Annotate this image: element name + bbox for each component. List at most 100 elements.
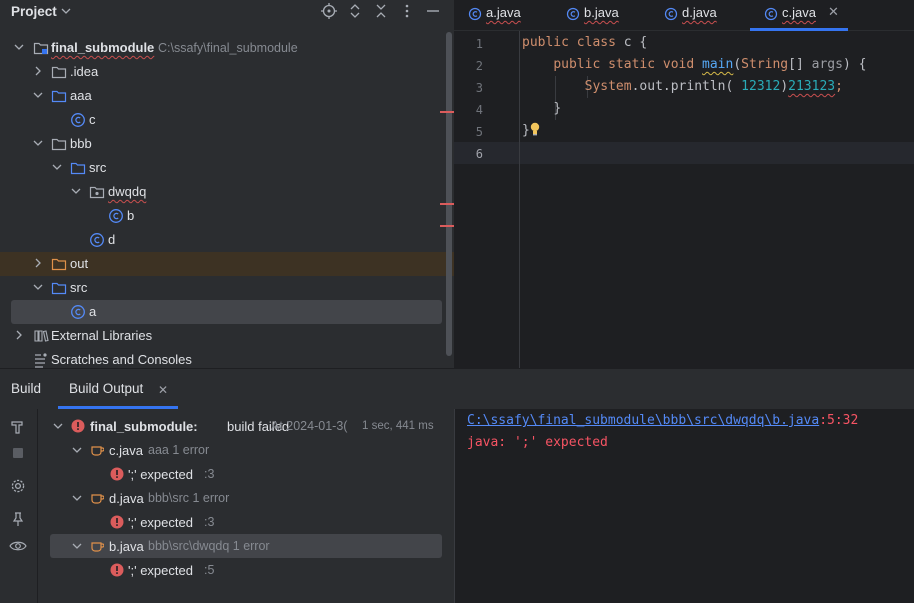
error-stripe-marker[interactable]	[440, 111, 454, 113]
tab-build-output[interactable]: Build Output	[69, 381, 143, 396]
tree-node-bbb[interactable]: bbb	[0, 132, 446, 156]
eye-icon[interactable]	[9, 538, 27, 556]
build-file-node[interactable]: b.java bbb\src\dwqdq 1 error	[50, 534, 442, 558]
tree-node-class-a[interactable]: a	[11, 300, 442, 324]
error-icon	[110, 467, 124, 481]
current-line-highlight	[454, 142, 914, 164]
tab-a-java[interactable]: a.java	[454, 0, 550, 31]
project-scrollbar[interactable]	[446, 32, 452, 356]
build-side-toolbar	[0, 409, 38, 603]
code-line-1[interactable]: public class c {	[522, 32, 647, 54]
tree-node-external-libraries[interactable]: External Libraries	[0, 324, 446, 348]
error-icon	[110, 515, 124, 529]
chevron-down-icon[interactable]	[71, 444, 83, 456]
file-name: c.java	[109, 443, 143, 458]
chevron-down-icon[interactable]	[70, 185, 82, 197]
file-hint: bbb\src\dwqdq 1 error	[148, 539, 270, 553]
tree-node-class-c[interactable]: c	[0, 108, 446, 132]
tab-label: b.java	[584, 5, 619, 20]
minimize-icon[interactable]	[424, 3, 442, 21]
chevron-down-icon[interactable]	[32, 281, 44, 293]
tree-label: final_submodule	[51, 40, 155, 55]
project-title[interactable]: Project	[11, 4, 57, 19]
tab-c-java[interactable]: c.java ✕	[750, 0, 848, 31]
chevron-down-icon[interactable]	[13, 41, 25, 53]
tab-b-java[interactable]: b.java	[552, 0, 650, 31]
error-line: :3	[204, 515, 215, 529]
tree-label: d	[108, 232, 116, 247]
chevron-right-icon[interactable]	[32, 257, 44, 269]
library-icon	[33, 328, 49, 344]
chevron-down-icon[interactable]	[32, 89, 44, 101]
close-icon[interactable]: ✕	[828, 4, 839, 20]
build-file-node[interactable]: c.java aaa 1 error	[50, 438, 442, 462]
chevron-down-icon[interactable]	[52, 420, 64, 432]
line-number: 4	[475, 103, 483, 117]
build-root-node[interactable]: final_submodule: build failed At 2024-01…	[50, 414, 442, 438]
more-options-icon[interactable]	[398, 3, 416, 21]
build-error-node[interactable]: ';' expected :3	[50, 510, 442, 534]
tab-d-java[interactable]: d.java	[650, 0, 748, 31]
chevron-down-icon[interactable]	[32, 137, 44, 149]
chevron-down-icon[interactable]	[71, 540, 83, 552]
tree-node-class-d[interactable]: d	[0, 228, 446, 252]
chevron-down-icon[interactable]	[71, 492, 83, 504]
line-number: 3	[475, 81, 483, 95]
build-results-tree: final_submodule: build failed At 2024-01…	[38, 409, 454, 603]
error-stripe-marker[interactable]	[440, 203, 454, 205]
expand-all-icon[interactable]	[346, 3, 364, 21]
error-stripe-marker[interactable]	[440, 225, 454, 227]
tab-label: c.java	[782, 5, 816, 20]
tab-build[interactable]: Build	[11, 381, 41, 396]
chevron-down-icon[interactable]	[51, 161, 63, 173]
close-icon[interactable]: ✕	[158, 383, 168, 397]
tree-node-class-b[interactable]: b	[0, 204, 446, 228]
hammer-icon[interactable]	[9, 419, 27, 437]
tree-node-src[interactable]: src	[0, 276, 446, 300]
java-class-icon	[566, 7, 580, 21]
tree-label: a	[89, 304, 97, 319]
error-file-link[interactable]: C:\ssafy\final_submodule\bbb\src\dwqdq\b…	[467, 413, 819, 428]
java-class-icon	[764, 7, 778, 21]
error-icon	[110, 563, 124, 577]
lightbulb-icon[interactable]	[529, 122, 541, 136]
tree-path-hint: C:\ssafy\final_submodule	[158, 41, 298, 55]
stop-icon[interactable]	[9, 445, 27, 463]
tree-node-final-submodule[interactable]: final_submodule C:\ssafy\final_submodule	[0, 36, 446, 60]
build-tool-window: Build Build Output ✕ final_submodule: bu…	[0, 368, 914, 603]
java-file-icon	[90, 539, 105, 553]
java-file-icon	[90, 491, 105, 505]
build-error-node[interactable]: ';' expected :5	[50, 558, 442, 582]
chevron-right-icon[interactable]	[32, 65, 44, 77]
module-folder-icon	[33, 40, 49, 56]
collapse-all-icon[interactable]	[372, 3, 390, 21]
file-name: b.java	[109, 539, 144, 554]
tree-label: dwqdq	[108, 184, 147, 199]
code-editor: a.java b.java d.java c.java ✕ 1 2 3 4 5 …	[454, 0, 914, 368]
build-error-node[interactable]: ';' expected :3	[50, 462, 442, 486]
tree-label: .idea	[70, 64, 99, 79]
java-class-icon	[108, 208, 124, 224]
chevron-down-icon[interactable]	[61, 3, 71, 22]
tree-node-bbb-src[interactable]: src	[0, 156, 446, 180]
code-line-2[interactable]: public static void main(String[] args) {	[522, 54, 866, 76]
java-class-icon	[664, 7, 678, 21]
tree-node-aaa[interactable]: aaa	[0, 84, 446, 108]
code-line-4[interactable]: }	[522, 98, 561, 120]
chevron-right-icon[interactable]	[13, 329, 25, 341]
tree-node-dwqdq[interactable]: dwqdq	[0, 180, 446, 204]
tree-node-idea[interactable]: .idea	[0, 60, 446, 84]
code-line-3[interactable]: System.out.println( 12312)213123;	[522, 76, 843, 98]
file-hint: bbb\src 1 error	[148, 491, 230, 505]
error-message: ';' expected	[128, 515, 193, 530]
build-file-node[interactable]: d.java bbb\src 1 error	[50, 486, 442, 510]
gear-icon[interactable]	[9, 478, 27, 496]
locate-icon[interactable]	[320, 3, 338, 21]
build-output-console[interactable]: C:\ssafy\final_submodule\bbb\src\dwqdq\b…	[454, 409, 914, 603]
error-line: :5	[204, 563, 215, 577]
error-line: :3	[204, 467, 215, 481]
output-error-location: C:\ssafy\final_submodule\bbb\src\dwqdq\b…	[467, 413, 858, 428]
error-message: ';' expected	[128, 467, 193, 482]
tree-node-out[interactable]: out	[0, 252, 454, 276]
pin-icon[interactable]	[9, 511, 27, 529]
